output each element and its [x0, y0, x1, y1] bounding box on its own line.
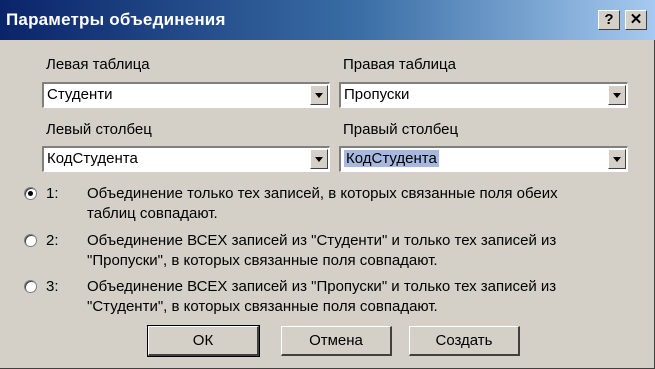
chevron-down-icon[interactable] — [608, 149, 626, 169]
left-column-value: КодСтудента — [47, 150, 138, 167]
join-properties-dialog: Параметры объединения ? ✕ Левая таблица … — [0, 0, 655, 369]
title-bar[interactable]: Параметры объединения ? ✕ — [0, 0, 655, 40]
close-icon: ✕ — [629, 11, 643, 28]
join-option-2-number: 2: — [46, 232, 59, 249]
join-option-1-text-line2[interactable]: таблиц совпадают. — [87, 205, 218, 223]
left-column-label: Левый столбец — [46, 121, 152, 138]
left-table-select[interactable]: Студенти — [42, 82, 330, 108]
join-option-3-text-line1[interactable]: Объединение ВСЕХ записей из "Пропуски" и… — [87, 278, 556, 296]
join-option-1-radio[interactable] — [24, 187, 37, 200]
right-table-label: Правая таблица — [343, 56, 456, 73]
left-column-select[interactable]: КодСтудента — [42, 146, 330, 172]
right-table-value: Пропуски — [344, 86, 410, 103]
window-title: Параметры объединения — [6, 10, 226, 29]
left-table-value: Студенти — [47, 86, 113, 103]
left-table-label: Левая таблица — [46, 56, 150, 73]
join-option-2-text-line2[interactable]: "Пропуски", в которых связанные поля сов… — [87, 252, 438, 270]
chevron-down-icon[interactable] — [310, 149, 328, 169]
chevron-down-icon[interactable] — [310, 85, 328, 105]
join-option-2-text-line1[interactable]: Объединение ВСЕХ записей из "Студенти" и… — [87, 232, 556, 250]
join-option-1-number: 1: — [46, 185, 59, 202]
right-column-value: КодСтудента — [344, 150, 439, 167]
join-option-1-text-line1[interactable]: Объединение только тех записей, в которы… — [87, 185, 558, 203]
create-button[interactable]: Создать — [409, 326, 520, 356]
join-option-3-number: 3: — [46, 278, 59, 295]
right-table-select[interactable]: Пропуски — [339, 82, 628, 108]
right-column-select[interactable]: КодСтудента — [339, 146, 628, 172]
join-option-3-text-line2[interactable]: "Студенти", в которых связанные поля сов… — [87, 298, 438, 316]
join-option-2-radio[interactable] — [24, 234, 37, 247]
close-button[interactable]: ✕ — [625, 10, 647, 30]
chevron-down-icon[interactable] — [608, 85, 626, 105]
help-button[interactable]: ? — [598, 10, 620, 30]
cancel-button[interactable]: Отмена — [281, 326, 392, 356]
ok-button[interactable]: ОК — [147, 325, 260, 357]
join-option-3-radio[interactable] — [24, 280, 37, 293]
right-column-label: Правый столбец — [343, 121, 459, 138]
